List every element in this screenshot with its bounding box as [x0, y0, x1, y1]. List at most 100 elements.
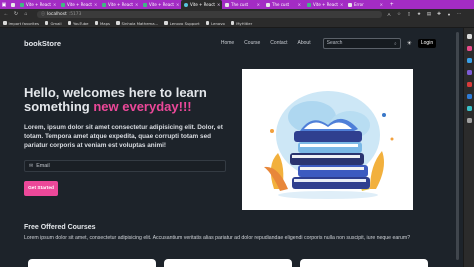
browser-tab-label: Vite + React	[190, 2, 215, 7]
close-tab-icon[interactable]: ×	[217, 2, 220, 7]
favorites-icon[interactable]: ★	[416, 11, 422, 17]
browser-tab-label: Vite + React	[67, 2, 92, 7]
more-icon[interactable]: ⋯	[456, 11, 462, 17]
bookmark-label: MyHitler	[236, 20, 253, 26]
profile-icon[interactable]: ●	[446, 12, 452, 17]
search-icon[interactable]	[466, 34, 472, 39]
login-button[interactable]: Login	[418, 38, 436, 48]
bookmark-item[interactable]: YouTube	[67, 20, 89, 26]
bookmark-favicon-icon	[205, 21, 210, 25]
bookmark-item[interactable]: Lenovo	[205, 21, 225, 26]
bookmark-item[interactable]: MyHitler	[230, 20, 253, 26]
course-card[interactable]	[164, 259, 292, 267]
games-icon[interactable]	[466, 70, 472, 75]
vite-icon	[307, 2, 311, 7]
browser-tab[interactable]	[8, 0, 17, 9]
close-tab-icon[interactable]: ×	[298, 2, 301, 7]
tools-icon[interactable]	[466, 58, 472, 63]
page-icon	[266, 2, 270, 7]
extensions-icon[interactable]: ✚	[436, 11, 442, 17]
course-card[interactable]	[300, 259, 428, 267]
back-icon[interactable]: ←	[3, 11, 9, 17]
browser-tab-label: Vite + React	[26, 2, 51, 7]
shopping-icon[interactable]	[466, 46, 472, 51]
read-aloud-icon[interactable]: A	[386, 12, 392, 17]
search-icon[interactable]: ⌕	[394, 41, 397, 46]
address-bar-row: ← ↻ ⌂ ⓘ localhost:5173 A ☆ ▯ ★ ▤ ✚ ● ⋯	[0, 9, 474, 19]
nav-link-about[interactable]: About	[298, 40, 311, 46]
close-tab-icon[interactable]: ×	[135, 2, 138, 7]
drop-icon[interactable]	[466, 106, 472, 111]
close-tab-icon[interactable]: ×	[340, 2, 343, 7]
bookmark-item[interactable]: Maps	[94, 21, 110, 26]
bookmark-label: Gmail	[50, 20, 62, 26]
bookmark-favicon-icon	[116, 21, 120, 25]
new-tab-button[interactable]: +	[386, 0, 398, 9]
browser-tab[interactable]: Vite + React ×	[17, 0, 58, 9]
close-tab-icon[interactable]: ×	[176, 2, 179, 7]
url-field[interactable]: ⓘ localhost:5173	[37, 10, 382, 18]
hero-title-prefix: something	[24, 99, 94, 114]
brand-logo[interactable]: bookStore	[24, 39, 61, 48]
course-card[interactable]	[28, 259, 156, 267]
react-icon	[184, 2, 188, 7]
bookmark-label: YouTube	[73, 20, 89, 26]
bookmark-item[interactable]: Lenovo Support	[164, 21, 200, 26]
bookmark-item[interactable]: Sinhala Mathema...	[116, 21, 158, 26]
browser-menu-icon[interactable]: ▣	[0, 0, 8, 9]
browser-tab-label: Vite + React	[108, 2, 133, 7]
bookmark-favicon-icon	[3, 21, 7, 25]
office-icon[interactable]	[466, 82, 472, 87]
close-tab-icon[interactable]: ×	[257, 2, 260, 7]
browser-tab[interactable]: Vite + React ×	[304, 0, 345, 9]
browser-tab[interactable]: Vite + React ×	[140, 0, 181, 9]
tab-strip: Vite + React × Vite + React × Vite + React × V…	[8, 0, 386, 9]
email-field[interactable]	[36, 163, 217, 169]
nav-link-course[interactable]: Course	[244, 40, 260, 46]
browser-tab[interactable]: Error ×	[345, 0, 386, 9]
bookmark-label: Import favorites	[8, 20, 39, 26]
nav-link-home[interactable]: Home	[221, 40, 234, 46]
theme-toggle-sun-icon[interactable]: ☀	[407, 40, 412, 47]
collections-icon[interactable]: ▤	[426, 11, 432, 17]
hero-title-line1: Hello, welcomes here to learn	[24, 85, 207, 100]
bookmark-item[interactable]: Import favorites	[3, 21, 39, 26]
vite-icon	[20, 2, 24, 7]
hero-paragraph: Lorem, ipsum dolor sit amet consectetur …	[24, 124, 223, 149]
browser-tab[interactable]: The cust ×	[222, 0, 263, 9]
bookmarks-bar: Import favorites Gmail YouTube Maps Sinhala …	[0, 19, 474, 28]
web-page: bookStore Home Course Contact About ⌕ ☀ …	[0, 28, 463, 267]
add-sidebar-app-icon[interactable]	[466, 118, 472, 123]
browser-tab-label: Vite + React	[149, 2, 174, 7]
gem-icon	[11, 2, 15, 7]
hero-title-accent: new everyday!!!	[93, 99, 192, 114]
bookmark-item[interactable]: Gmail	[44, 20, 62, 26]
browser-tab-label: Vite + React	[313, 2, 338, 7]
hero-book-illustration	[242, 69, 413, 210]
favorite-star-icon[interactable]: ☆	[396, 11, 402, 17]
search-box: ⌕	[322, 37, 401, 49]
browser-tab-label: The cust	[231, 2, 249, 7]
get-started-button[interactable]: Get Started	[24, 181, 58, 196]
browser-tab[interactable]: Vite + React ×	[181, 0, 222, 9]
search-input[interactable]	[326, 40, 389, 46]
outlook-icon[interactable]	[466, 94, 472, 99]
browser-tab[interactable]: The cust ×	[263, 0, 304, 9]
nav-link-contact[interactable]: Contact	[270, 40, 287, 46]
home-icon[interactable]: ⌂	[23, 11, 29, 17]
courses-section-title: Free Offered Courses	[24, 224, 96, 231]
browser-tab[interactable]: Vite + React ×	[99, 0, 140, 9]
close-tab-icon[interactable]: ×	[94, 2, 97, 7]
browser-tab[interactable]: Vite + React ×	[58, 0, 99, 9]
page-scrollbar[interactable]	[456, 32, 459, 260]
info-icon[interactable]: ⓘ	[41, 11, 45, 17]
page-icon	[348, 2, 352, 7]
mail-icon: ✉	[29, 163, 34, 169]
close-tab-icon[interactable]: ×	[380, 2, 383, 7]
bookmark-favicon-icon	[94, 21, 98, 25]
split-screen-icon[interactable]: ▯	[406, 11, 412, 17]
browser-sidebar	[463, 28, 474, 267]
close-tab-icon[interactable]: ×	[53, 2, 56, 7]
hero-title: Hello, welcomes here to learn something …	[24, 86, 234, 114]
refresh-icon[interactable]: ↻	[13, 11, 19, 17]
